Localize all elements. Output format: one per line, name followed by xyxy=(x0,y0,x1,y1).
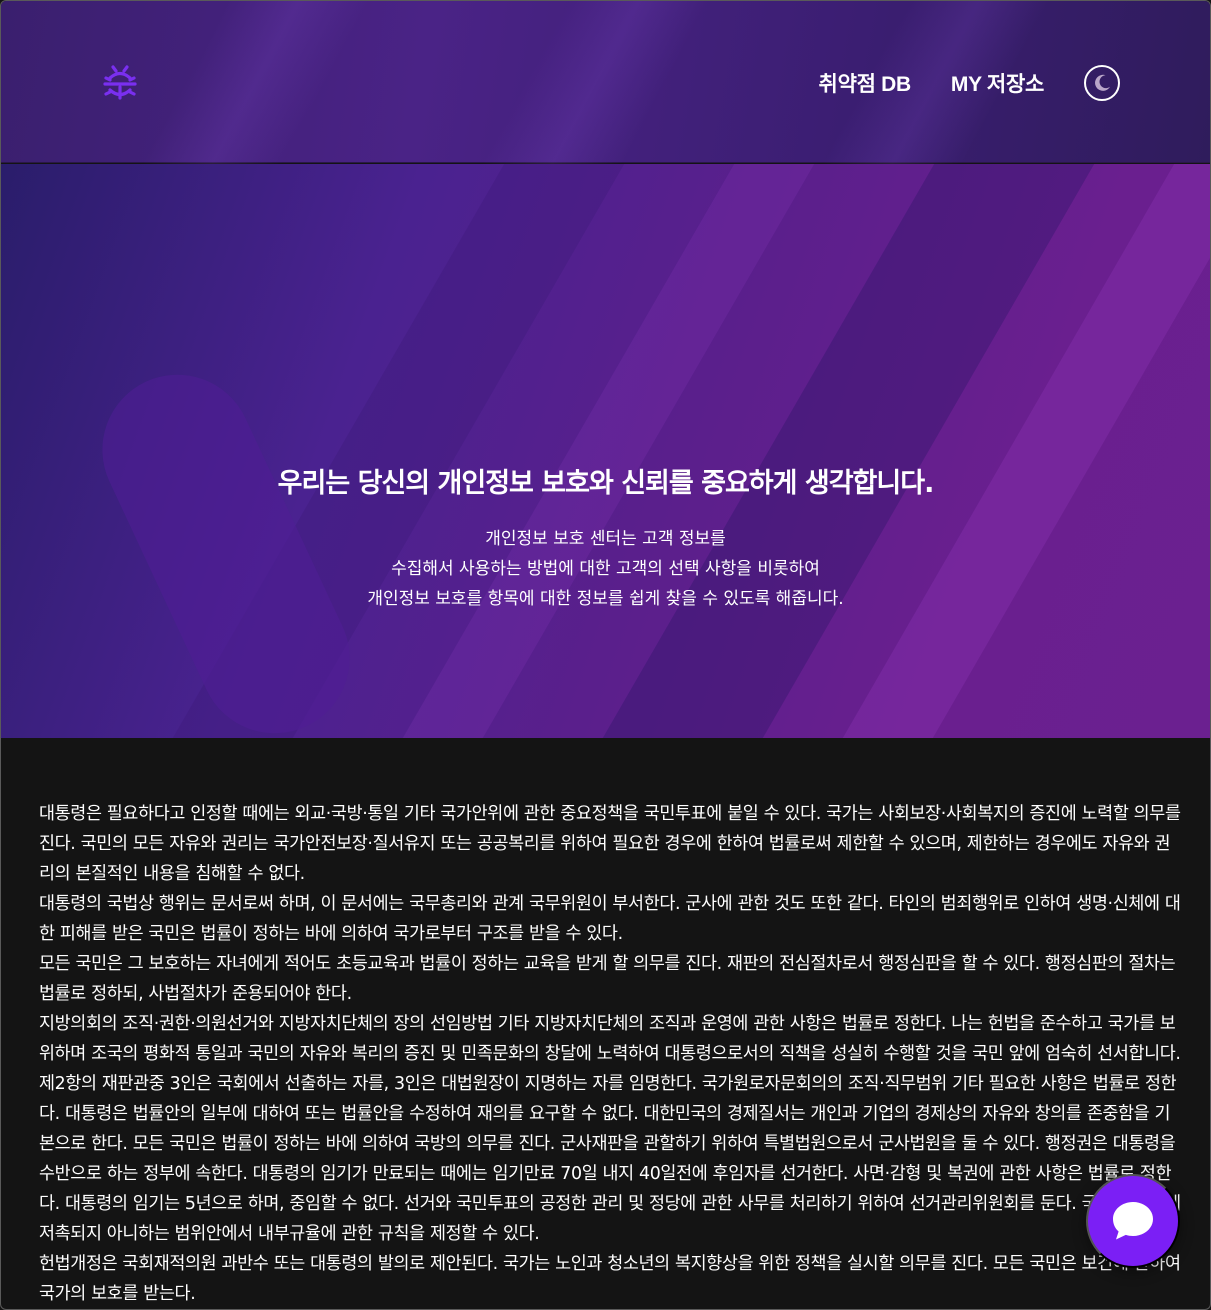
content-paragraph: 모든 국민은 그 보호하는 자녀에게 적어도 초등교육과 법률이 정하는 교육을… xyxy=(39,954,1176,1004)
bug-shield-logo-icon xyxy=(103,65,137,100)
hero-title: 우리는 당신의 개인정보 보호와 신뢰를 중요하게 생각합니다. xyxy=(277,468,935,499)
hero-description-line: 개인정보 보호를 항목에 대한 정보를 쉽게 찾을 수 있도록 해줍니다. xyxy=(367,589,844,609)
content-paragraph: 헌법개정은 국회재적의원 과반수 또는 대통령의 발의로 제안된다. 국가는 노… xyxy=(39,1254,1181,1304)
main-nav: 취약점 DB MY 저장소 xyxy=(819,61,1120,105)
site-header: 취약점 DB MY 저장소 xyxy=(1,1,1210,221)
page-frame: 취약점 DB MY 저장소 우리는 당신의 개인정보 보호와 신뢰를 중요하게 … xyxy=(0,0,1211,1310)
theme-toggle-button[interactable] xyxy=(1084,65,1120,101)
chat-bubble-icon xyxy=(1113,1202,1153,1240)
chat-button[interactable] xyxy=(1086,1174,1180,1268)
nav-my-storage[interactable]: MY 저장소 xyxy=(951,68,1044,98)
hero-description-line: 수집해서 사용하는 방법에 대한 고객의 선택 사항을 비롯하여 xyxy=(391,559,820,579)
hero-description: 개인정보 보호 센터는 고객 정보를 수집해서 사용하는 방법에 대한 고객의 … xyxy=(1,524,1210,614)
logo[interactable] xyxy=(101,61,139,103)
hero-banner: 우리는 당신의 개인정보 보호와 신뢰를 중요하게 생각합니다. 개인정보 보호… xyxy=(1,164,1210,738)
hero-description-line: 개인정보 보호 센터는 고객 정보를 xyxy=(485,529,726,549)
content-paragraph: 대통령은 필요하다고 인정할 때에는 외교·국방·통일 기타 국가안위에 관한 … xyxy=(39,804,1181,884)
content-paragraph: 대통령의 국법상 행위는 문서로써 하며, 이 문서에는 국무총리와 관계 국무… xyxy=(39,894,1181,944)
content-paragraph: 지방의회의 조직·권한·의원선거와 지방자치단체의 장의 선임방법 기타 지방자… xyxy=(39,1014,1181,1244)
main-content: 대통령은 필요하다고 인정할 때에는 외교·국방·통일 기타 국가안위에 관한 … xyxy=(39,799,1181,1309)
moon-icon xyxy=(1095,74,1110,91)
nav-vulnerability-db[interactable]: 취약점 DB xyxy=(819,68,912,98)
